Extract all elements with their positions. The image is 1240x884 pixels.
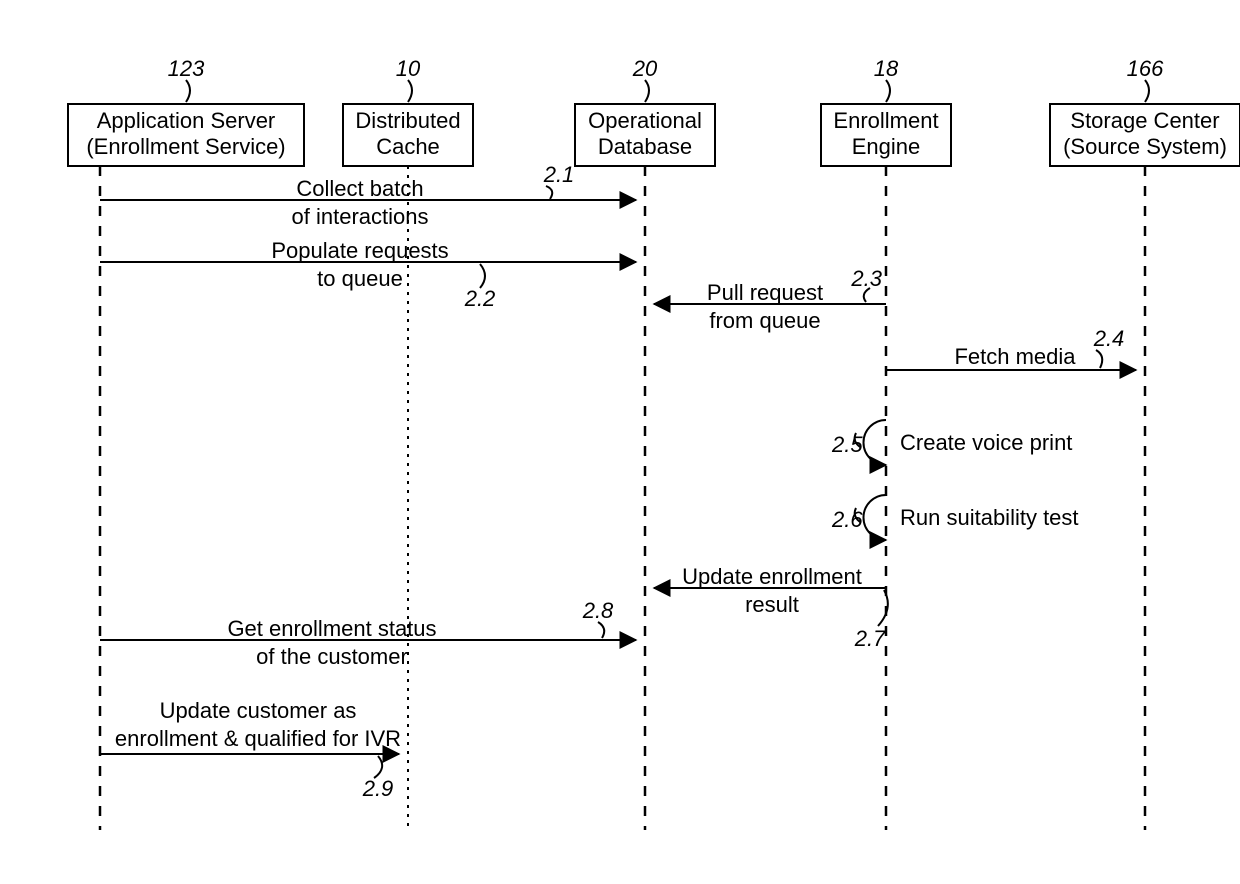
- participant-label: Engine: [852, 134, 921, 159]
- participant-application-server: Application Server (Enrollment Service) …: [68, 56, 304, 166]
- msg-label: Run suitability test: [900, 505, 1079, 530]
- msg-label: from queue: [709, 308, 820, 333]
- msg-label: of the customer: [256, 644, 408, 669]
- leader-line: [480, 264, 485, 288]
- participant-label: Enrollment: [833, 108, 938, 133]
- msg-fetch-media: Fetch media 2.4: [886, 326, 1136, 370]
- msg-label: Collect batch: [296, 176, 423, 201]
- msg-ref: 2.4: [1093, 326, 1125, 351]
- msg-label: Get enrollment status: [227, 616, 436, 641]
- participant-ref: 10: [396, 56, 421, 81]
- msg-ref: 2.3: [850, 266, 882, 291]
- participant-label: Cache: [376, 134, 440, 159]
- participant-ref: 18: [874, 56, 899, 81]
- participant-label: Distributed: [355, 108, 460, 133]
- leader-line: [1096, 350, 1102, 368]
- participant-ref: 123: [168, 56, 205, 81]
- msg-label: Update customer as: [160, 698, 357, 723]
- leader-line: [546, 186, 552, 199]
- sequence-diagram: Application Server (Enrollment Service) …: [0, 0, 1240, 884]
- leader-line: [598, 622, 604, 638]
- msg-label: Create voice print: [900, 430, 1072, 455]
- participant-label: (Enrollment Service): [86, 134, 285, 159]
- msg-update-enrollment-result: Update enrollment result 2.7: [654, 564, 888, 651]
- msg-label: Pull request: [707, 280, 823, 305]
- msg-pull-request: Pull request from queue 2.3: [654, 266, 886, 333]
- leader-line: [1145, 80, 1149, 102]
- participant-operational-database: Operational Database 20: [575, 56, 715, 166]
- leader-line: [645, 80, 649, 102]
- msg-label: enrollment & qualified for IVR: [115, 726, 401, 751]
- participant-label: Operational: [588, 108, 702, 133]
- leader-line: [374, 756, 382, 778]
- msg-label: of interactions: [292, 204, 429, 229]
- leader-line: [886, 80, 890, 102]
- msg-collect-batch: Collect batch of interactions 2.1: [100, 162, 636, 229]
- msg-label: Populate requests: [271, 238, 448, 263]
- msg-ref: 2.7: [854, 626, 886, 651]
- participant-label: Application Server: [97, 108, 276, 133]
- leader-line: [186, 80, 190, 102]
- msg-ref: 2.1: [543, 162, 575, 187]
- msg-label: Fetch media: [954, 344, 1076, 369]
- participant-ref: 166: [1127, 56, 1164, 81]
- msg-create-voice-print: Create voice print 2.5: [831, 420, 1072, 465]
- participant-enrollment-engine: Enrollment Engine 18: [821, 56, 951, 166]
- participant-storage-center: Storage Center (Source System) 166: [1050, 56, 1240, 166]
- msg-label: to queue: [317, 266, 403, 291]
- participant-ref: 20: [632, 56, 658, 81]
- msg-populate-queue: Populate requests to queue 2.2: [100, 238, 636, 311]
- msg-ref: 2.2: [464, 286, 496, 311]
- msg-get-enrollment-status: Get enrollment status of the customer 2.…: [100, 598, 636, 669]
- msg-label: Update enrollment: [682, 564, 862, 589]
- msg-run-suitability-test: Run suitability test 2.6: [831, 495, 1079, 540]
- participant-label: (Source System): [1063, 134, 1227, 159]
- participant-label: Storage Center: [1070, 108, 1219, 133]
- participant-distributed-cache: Distributed Cache 10: [343, 56, 473, 166]
- msg-label: result: [745, 592, 799, 617]
- participant-label: Database: [598, 134, 692, 159]
- msg-ref: 2.8: [582, 598, 614, 623]
- msg-update-customer-ivr: Update customer as enrollment & qualifie…: [100, 698, 401, 801]
- leader-line: [408, 80, 412, 102]
- msg-ref: 2.9: [362, 776, 394, 801]
